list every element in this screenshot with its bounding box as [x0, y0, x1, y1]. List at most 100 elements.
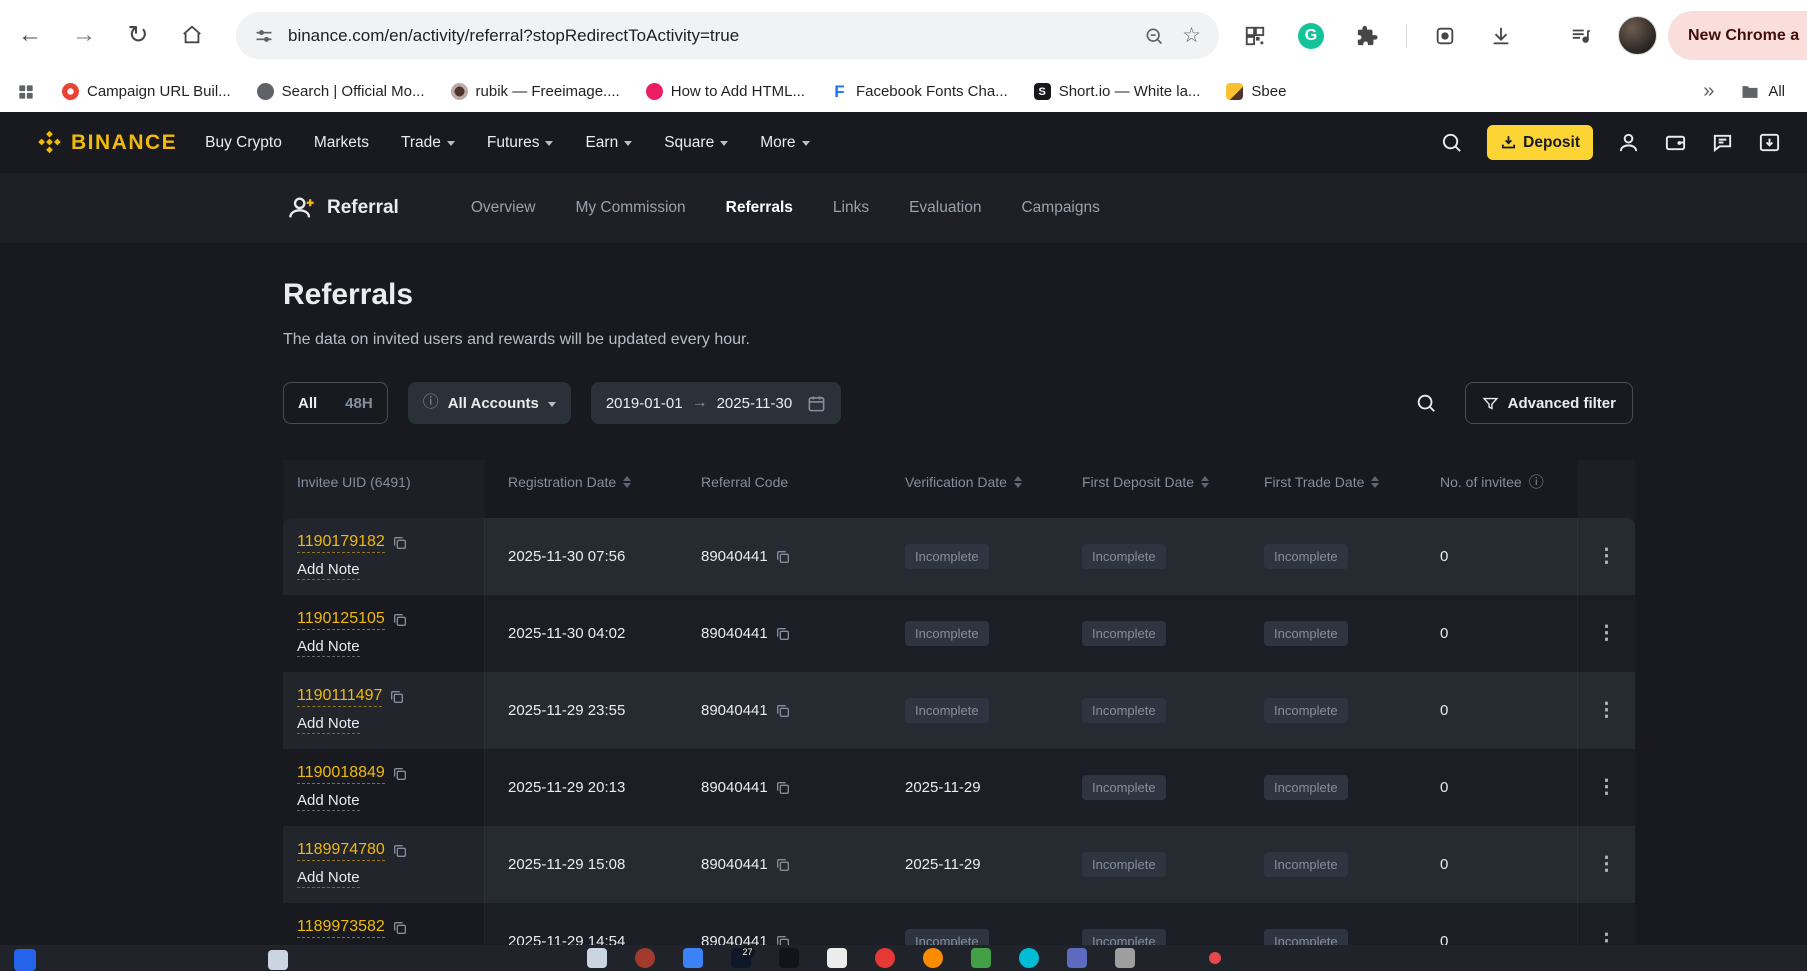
search-icon[interactable] [1440, 131, 1463, 154]
qr-scan-icon[interactable] [1238, 19, 1272, 53]
column-header-registration-date[interactable]: Registration Date [485, 460, 678, 504]
kebab-menu-icon[interactable]: ⋮ [1597, 545, 1616, 568]
pinned-extension-icon[interactable] [1428, 19, 1462, 53]
toggle-all[interactable]: All [284, 383, 331, 423]
grammarly-extension-icon[interactable]: G [1294, 19, 1328, 53]
advanced-filter-button[interactable]: Advanced filter [1464, 382, 1633, 424]
bookmark-star-icon[interactable]: ☆ [1182, 25, 1201, 46]
invitee-uid-link[interactable]: 1189973582 [297, 918, 385, 938]
kebab-menu-icon[interactable]: ⋮ [1597, 853, 1616, 876]
add-note-button[interactable]: Add Note [297, 792, 360, 811]
binance-logo[interactable]: BINANCE [36, 129, 177, 156]
taskbar-app-icon[interactable] [682, 948, 703, 968]
nav-item-markets[interactable]: Markets [314, 134, 369, 152]
column-header-first-trade-date[interactable]: First Trade Date [1241, 460, 1417, 504]
tab-my-commission[interactable]: My Commission [575, 199, 685, 217]
taskbar-app-icon[interactable]: 27 [730, 946, 755, 968]
all-bookmarks-folder[interactable]: All [1740, 82, 1785, 102]
deposit-button[interactable]: Deposit [1487, 125, 1593, 160]
copy-icon[interactable] [775, 549, 791, 565]
extensions-puzzle-icon[interactable] [1350, 19, 1384, 53]
browser-reload-button[interactable]: ↻ [116, 13, 160, 57]
add-note-button[interactable]: Add Note [297, 561, 360, 580]
nav-item-more[interactable]: More [760, 134, 810, 152]
nav-item-futures[interactable]: Futures [487, 134, 554, 152]
copy-icon[interactable] [392, 612, 408, 628]
messages-icon[interactable] [1711, 131, 1734, 154]
copy-icon[interactable] [392, 535, 408, 551]
copy-icon[interactable] [389, 689, 405, 705]
add-note-button[interactable]: Add Note [297, 869, 360, 888]
copy-icon[interactable] [392, 766, 408, 782]
tab-overview[interactable]: Overview [471, 199, 536, 217]
sort-icon[interactable] [623, 476, 632, 488]
tab-evaluation[interactable]: Evaluation [909, 199, 981, 217]
bookmark-item[interactable]: S Short.io — White la... [1033, 83, 1200, 100]
taskbar-app-icon[interactable] [634, 948, 655, 968]
download-app-icon[interactable] [1758, 131, 1781, 154]
copy-icon[interactable] [775, 780, 791, 796]
invitee-uid-link[interactable]: 1190125105 [297, 610, 385, 630]
copy-icon[interactable] [775, 626, 791, 642]
nav-item-trade[interactable]: Trade [401, 134, 455, 152]
bookmarks-overflow-chevron[interactable]: » [1703, 80, 1714, 103]
taskbar-app-icon[interactable] [922, 948, 943, 968]
sort-icon[interactable] [1201, 476, 1210, 488]
kebab-menu-icon[interactable]: ⋮ [1597, 622, 1616, 645]
media-queue-icon[interactable] [1564, 19, 1598, 53]
chrome-update-chip[interactable]: New Chrome a [1668, 11, 1807, 60]
toggle-48h[interactable]: 48H [331, 383, 387, 423]
column-header-first-deposit-date[interactable]: First Deposit Date [1059, 460, 1241, 504]
taskbar-app-icon[interactable] [268, 950, 288, 970]
kebab-menu-icon[interactable]: ⋮ [1597, 776, 1616, 799]
sort-icon[interactable] [1013, 476, 1022, 488]
copy-icon[interactable] [775, 703, 791, 719]
zoom-icon[interactable] [1144, 26, 1164, 46]
nav-item-square[interactable]: Square [664, 134, 729, 152]
bookmark-item[interactable]: rubik — Freeimage.... [450, 83, 620, 100]
copy-icon[interactable] [392, 920, 408, 936]
nav-item-earn[interactable]: Earn [585, 134, 633, 152]
date-range-picker[interactable]: 2019-01-01 → 2025-11-30 [590, 382, 842, 424]
taskbar-app-icon[interactable] [874, 948, 895, 968]
downloads-icon[interactable] [1484, 19, 1518, 53]
taskbar-app-icon[interactable] [1066, 948, 1087, 968]
taskbar-app-icon[interactable] [826, 948, 847, 968]
wallet-icon[interactable] [1664, 131, 1687, 154]
invitee-uid-link[interactable]: 1190018849 [297, 764, 385, 784]
browser-forward-button[interactable]: → [62, 13, 106, 57]
bookmark-item[interactable]: Sbee [1226, 83, 1286, 100]
taskbar-app-icon[interactable] [14, 949, 36, 971]
accounts-dropdown[interactable]: ⓘ All Accounts [407, 382, 571, 424]
sort-icon[interactable] [1371, 476, 1380, 488]
bookmark-item[interactable]: F Facebook Fonts Cha... [831, 82, 1007, 101]
tab-campaigns[interactable]: Campaigns [1021, 199, 1099, 217]
tab-links[interactable]: Links [833, 199, 869, 217]
copy-icon[interactable] [775, 857, 791, 873]
site-settings-icon[interactable] [254, 26, 274, 46]
column-header-verification-date[interactable]: Verification Date [882, 460, 1059, 504]
invitee-uid-link[interactable]: 1190179182 [297, 533, 385, 553]
invitee-uid-link[interactable]: 1190111497 [297, 687, 383, 707]
bookmark-item[interactable]: How to Add HTML... [645, 83, 805, 100]
tab-referrals[interactable]: Referrals [726, 199, 793, 217]
kebab-menu-icon[interactable]: ⋮ [1597, 699, 1616, 722]
taskbar-app-icon[interactable] [1018, 948, 1039, 968]
invitee-uid-link[interactable]: 1189974780 [297, 841, 385, 861]
add-note-button[interactable]: Add Note [297, 715, 360, 734]
profile-avatar[interactable] [1618, 16, 1657, 55]
bookmark-item[interactable]: Search | Official Mo... [256, 83, 425, 100]
profile-icon[interactable] [1617, 131, 1640, 154]
add-note-button[interactable]: Add Note [297, 638, 360, 657]
address-bar[interactable]: binance.com/en/activity/referral?stopRed… [236, 12, 1219, 59]
taskbar-app-icon[interactable] [970, 948, 991, 968]
taskbar-app-icon[interactable] [778, 948, 799, 968]
browser-home-button[interactable] [170, 13, 214, 57]
table-search-icon[interactable] [1415, 392, 1437, 414]
browser-back-button[interactable]: ← [8, 13, 52, 57]
taskbar-app-icon[interactable] [1114, 948, 1135, 968]
nav-item-buy-crypto[interactable]: Buy Crypto [205, 134, 282, 152]
taskbar-app-icon[interactable] [586, 948, 607, 968]
bookmark-item[interactable]: Campaign URL Buil... [62, 83, 231, 100]
copy-icon[interactable] [392, 843, 408, 859]
